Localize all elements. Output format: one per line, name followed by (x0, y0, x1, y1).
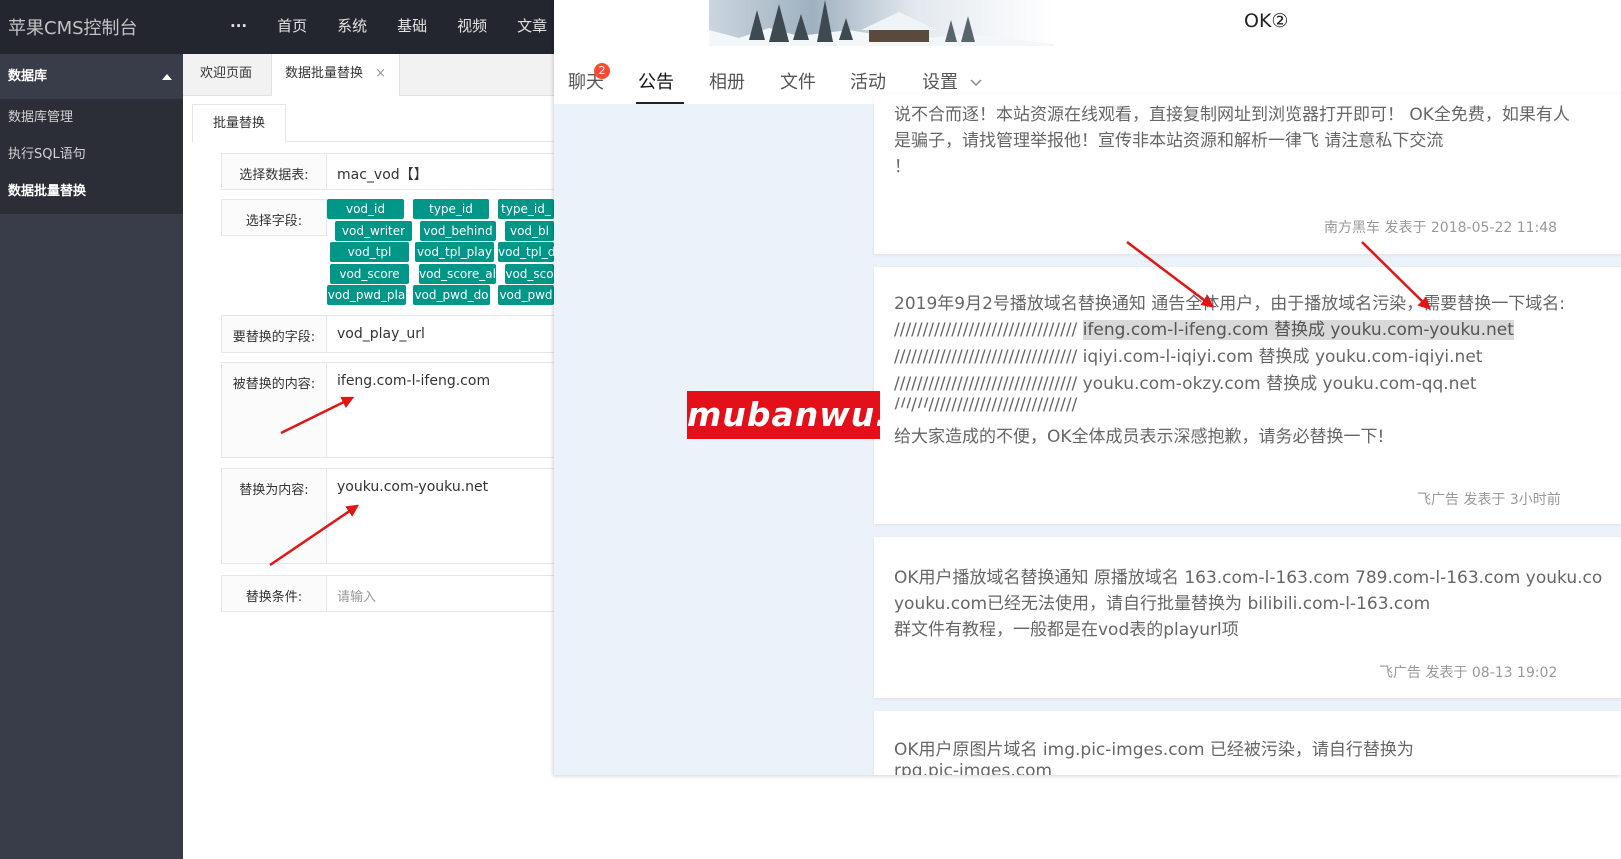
post-line: ！ (894, 157, 911, 177)
post-line: //////////////////////////////// iqiyi.c… (894, 347, 1483, 367)
sidebar-group-label: 数据库 (8, 69, 48, 84)
post-line: 群文件有教程，一般都是在vod表的playurl项 (894, 620, 1239, 640)
post-meta: 飞广告 发表于 08-13 19:02 (1379, 665, 1558, 681)
post-line: OK用户原图片域名 img.pic-imges.com 已经被污染，请自行替换为 (894, 740, 1414, 760)
post-line: rpg.pic-imges.com (894, 761, 1053, 775)
field-chip[interactable]: vod_tpl_play (415, 242, 494, 262)
from-label: 被替换的内容: (221, 362, 327, 458)
field-chip[interactable]: type_id_ (498, 199, 554, 219)
sidebar-item-db-manage[interactable]: 数据库管理 (0, 99, 183, 136)
snow-forest-illustration (709, 0, 1054, 46)
announcement-card[interactable]: 2019年9月2号播放域名替换通知 通告全体用户，由于播放域名污染，需要替换一下… (874, 267, 1621, 524)
screenshot-root: 苹果CMS控制台 ··· 首页 系统 基础 视频 文章 数据库 数据库管理 执行… (0, 0, 1621, 859)
post-meta: 飞广告 发表于 3小时前 (1417, 492, 1561, 508)
tab-activity[interactable]: 活动 (850, 68, 886, 94)
field-chip-group: vod_id type_id type_id_ vod_writer vod_b… (327, 199, 557, 309)
sidebar-item-batch-replace[interactable]: 数据批量替换 (0, 173, 183, 210)
tab-album[interactable]: 相册 (709, 68, 745, 94)
tab-settings[interactable]: 设置 (922, 68, 982, 94)
tab-settings-label: 设置 (922, 72, 958, 93)
cms-sidebar: 数据库 数据库管理 执行SQL语句 数据批量替换 (0, 54, 183, 859)
post-line: //////////////////////////////// (894, 320, 1078, 340)
condition-input[interactable]: 请输入 (327, 575, 587, 612)
nav-home[interactable]: 首页 (262, 0, 322, 54)
field-chip[interactable]: vod_bl (505, 221, 554, 241)
field-chip[interactable]: type_id (413, 199, 489, 219)
table-select[interactable]: mac_vod【】 (327, 153, 587, 190)
table-label: 选择数据表: (221, 153, 327, 190)
nav-system[interactable]: 系统 (322, 0, 382, 54)
field-chip[interactable]: vod_behind (420, 221, 496, 241)
tab-welcome-label: 欢迎页面 (200, 66, 253, 81)
tab-welcome[interactable]: 欢迎页面 (187, 54, 265, 96)
announcement-feed: 说不合而逐！本站资源在线观看，直接复制网址到浏览器打开即可！ OK全免费，如果有… (554, 94, 1621, 775)
field-chip[interactable]: vod_writer (335, 221, 412, 241)
field-chip[interactable]: vod_sco (505, 264, 554, 284)
post-line: youku.com已经无法使用，请自行批量替换为 bilibili.com-l-… (894, 594, 1431, 614)
from-textarea[interactable]: ifeng.com-l-ifeng.com (327, 362, 587, 458)
unread-badge: 2 (594, 63, 610, 79)
to-label: 替换为内容: (221, 468, 327, 564)
form-row-fields: 选择字段: (221, 199, 327, 236)
tab-batch-replace[interactable]: 数据批量替换 × (271, 54, 401, 96)
field-chip[interactable]: vod_pwd_do (413, 285, 490, 305)
field-chip[interactable]: vod_pwd (498, 285, 554, 305)
form-row-condition: 替换条件: 请输入 (221, 575, 587, 612)
replace-field-input[interactable]: vod_play_url (327, 315, 587, 353)
post-line: 2019年9月2号播放域名替换通知 通告全体用户，由于播放域名污染，需要替换一下… (894, 294, 1566, 314)
tab-batch-replace-label: 数据批量替换 (285, 66, 364, 81)
field-chip[interactable]: vod_id (327, 199, 404, 219)
sidebar-item-exec-sql[interactable]: 执行SQL语句 (0, 136, 183, 173)
nav-video[interactable]: 视频 (442, 0, 502, 54)
form-row-from: 被替换的内容: ifeng.com-l-ifeng.com (221, 362, 587, 458)
qq-group-window: OK② 聊天 2 公告 相册 文件 活动 设置 说不合而逐！本站资源在线观看，直… (554, 0, 1621, 775)
form-row-table: 选择数据表: mac_vod【】 (221, 153, 587, 190)
fields-label: 选择字段: (221, 199, 327, 236)
field-chip[interactable]: vod_score_all (419, 264, 496, 284)
nav-more-button[interactable]: ··· (215, 0, 262, 54)
post-line: 给大家造成的不便，OK全体成员表示深感抱歉，请务必替换一下! (894, 427, 1385, 447)
group-title: OK② (1244, 10, 1289, 32)
field-chip[interactable]: vod_score (330, 264, 409, 284)
highlighted-selection: ifeng.com-l-ifeng.com 替换成 youku.com-youk… (1082, 320, 1514, 340)
caret-up-icon (162, 74, 172, 80)
field-chip[interactable]: vod_tpl_d (498, 242, 554, 262)
qq-header: OK② (554, 0, 1621, 46)
chevron-down-icon (970, 79, 982, 87)
post-line: OK用户播放域名替换通知 原播放域名 163.com-l-163.com 789… (894, 568, 1603, 588)
tab-files[interactable]: 文件 (780, 68, 816, 94)
tab-announcement[interactable]: 公告 (638, 68, 674, 94)
form-row-to: 替换为内容: youku.com-youku.net (221, 468, 587, 564)
subtab-batch-replace[interactable]: 批量替换 (192, 104, 286, 143)
post-line-highlight-row: //////////////////////////////// ifeng.c… (894, 315, 1514, 340)
nav-basic[interactable]: 基础 (382, 0, 442, 54)
post-line: 说不合而逐！本站资源在线观看，直接复制网址到浏览器打开即可！ OK全免费，如果有… (894, 105, 1570, 125)
cms-top-nav: ··· 首页 系统 基础 视频 文章 (215, 0, 562, 54)
snow-banner-image (709, 0, 1054, 46)
post-line: 是骗子，请找管理举报他！宣传非本站资源和解析一律飞 请注意私下交流 (894, 131, 1444, 151)
cms-logo[interactable]: 苹果CMS控制台 (8, 14, 138, 40)
watermark-logo: mubanwu.cc (687, 391, 929, 439)
field-chip[interactable]: vod_pwd_pla (327, 285, 406, 305)
post-meta: 南方黑车 发表于 2018-05-22 11:48 (1324, 220, 1558, 236)
to-textarea[interactable]: youku.com-youku.net (327, 468, 587, 564)
sidebar-submenu: 数据库管理 执行SQL语句 数据批量替换 (0, 99, 183, 214)
announcement-card[interactable]: OK用户原图片域名 img.pic-imges.com 已经被污染，请自行替换为… (874, 711, 1621, 775)
sidebar-group-database[interactable]: 数据库 (0, 54, 183, 99)
post-line: //////////////////////////////// youku.c… (894, 374, 1477, 394)
form-row-replace-field: 要替换的字段: vod_play_url (221, 315, 587, 353)
replace-field-label: 要替换的字段: (221, 315, 327, 353)
field-chip[interactable]: vod_tpl (330, 242, 409, 262)
announcement-card[interactable]: OK用户播放域名替换通知 原播放域名 163.com-l-163.com 789… (874, 537, 1621, 698)
condition-label: 替换条件: (221, 575, 327, 612)
close-icon[interactable]: × (375, 66, 386, 81)
announcement-card[interactable]: 说不合而逐！本站资源在线观看，直接复制网址到浏览器打开即可！ OK全免费，如果有… (874, 94, 1621, 254)
